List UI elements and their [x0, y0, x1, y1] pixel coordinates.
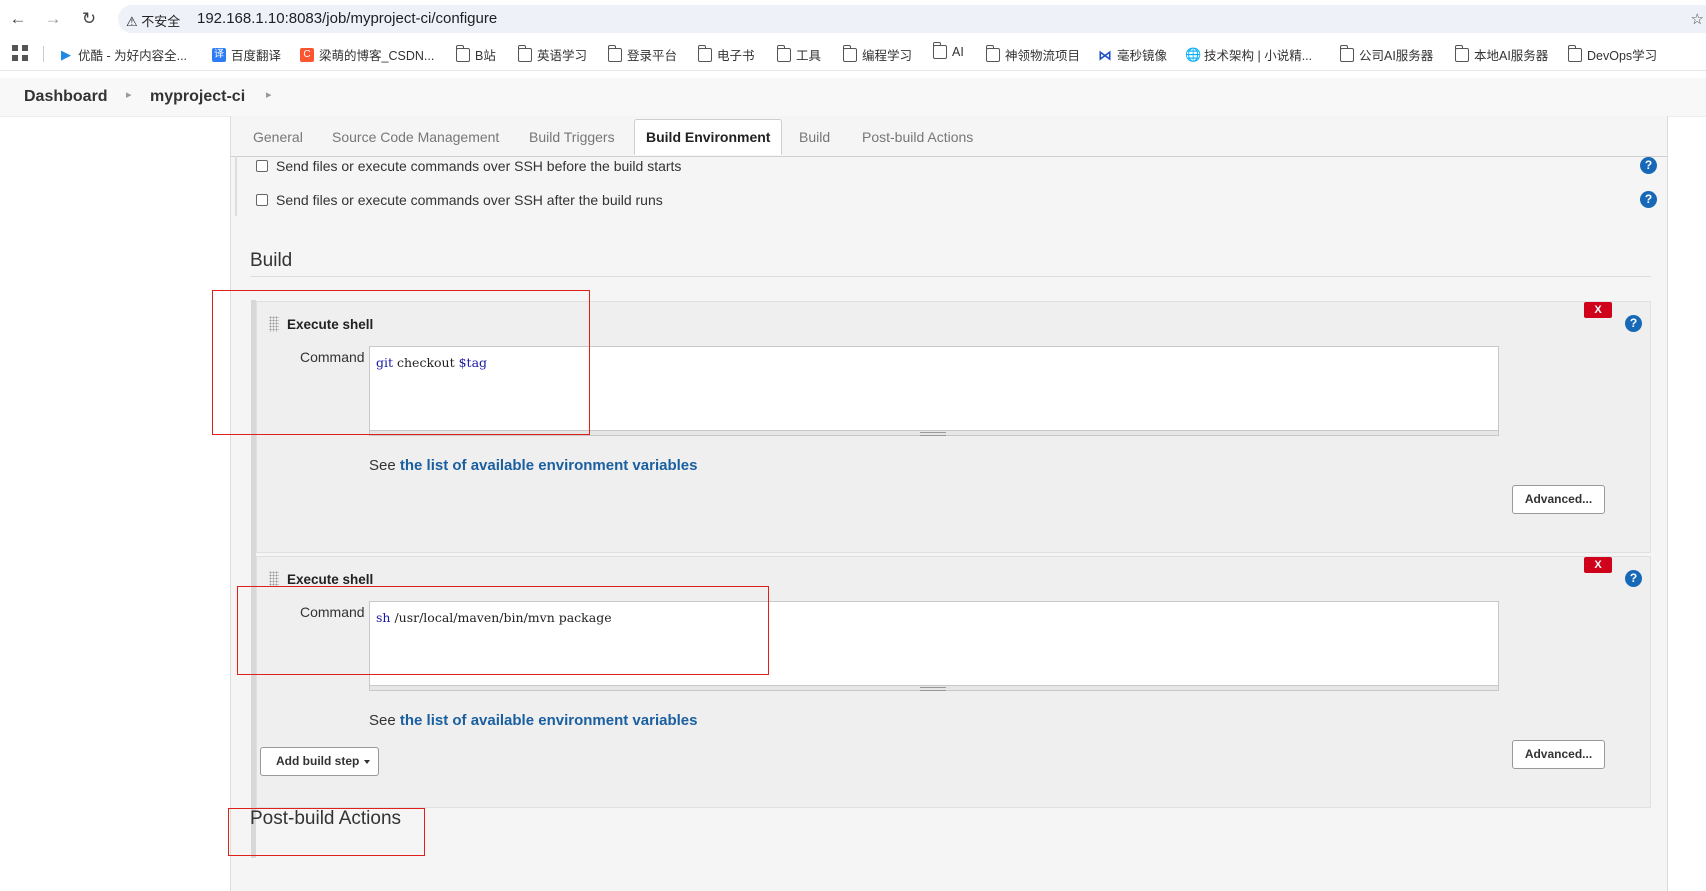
advanced-button[interactable]: Advanced... [1512, 485, 1605, 514]
bookmarks-divider [43, 46, 44, 62]
back-arrow-icon[interactable]: ← [7, 8, 29, 30]
bookmark-tech-arch[interactable]: 🌐 技术架构 | 小说精... [1185, 45, 1312, 64]
bookmark-local-ai-folder[interactable]: 本地AI服务器 [1454, 44, 1548, 64]
tab-general[interactable]: General [253, 129, 303, 145]
annotation-highlight-step-1 [212, 290, 590, 435]
tab-build[interactable]: Build [799, 129, 830, 145]
build-section-title: Build [250, 250, 293, 271]
grip-icon [920, 687, 946, 691]
breadcrumb-dashboard[interactable]: Dashboard [24, 88, 108, 106]
breadcrumb-chevron-icon[interactable]: ▸ [266, 88, 272, 101]
folder-icon [776, 44, 791, 62]
delete-step-button[interactable]: X [1584, 302, 1612, 318]
folder-icon [455, 44, 470, 62]
folder-icon [932, 42, 947, 59]
folder-icon [1454, 44, 1469, 62]
ssh-after-option[interactable]: Send files or execute commands over SSH … [256, 192, 663, 208]
breadcrumb-chevron-icon[interactable]: ▸ [126, 88, 132, 101]
reload-icon[interactable]: ↻ [78, 8, 100, 30]
env-vars-hint: See the list of available environment va… [369, 457, 698, 474]
folder-icon [985, 44, 1000, 62]
bookmark-ebook-folder[interactable]: 电子书 [697, 44, 755, 64]
forward-arrow-icon[interactable]: → [42, 8, 64, 30]
folder-icon [607, 44, 622, 62]
csdn-icon: C [300, 47, 314, 62]
security-warning[interactable]: ⚠ 不安全 [126, 11, 180, 30]
breadcrumb: Dashboard ▸ myproject-ci ▸ [0, 78, 1706, 117]
globe-icon: 🌐 [1185, 46, 1202, 62]
breadcrumb-project[interactable]: myproject-ci [150, 88, 245, 106]
advanced-button[interactable]: Advanced... [1512, 740, 1605, 769]
section-indent-bar [235, 156, 237, 216]
bookmark-tools-folder[interactable]: 工具 [776, 44, 821, 64]
bookmarks-bar: ▶ 优酷 - 为好内容全... 译 百度翻译 C 梁萌的博客_CSDN... B… [0, 40, 1706, 71]
warning-icon: ⚠ [126, 14, 138, 29]
tab-build-environment[interactable]: Build Environment [634, 119, 783, 155]
star-icon[interactable]: ☆ [1691, 10, 1704, 28]
folder-icon [517, 44, 532, 62]
bookmark-company-ai-folder[interactable]: 公司AI服务器 [1339, 44, 1433, 64]
bookmark-ai-folder[interactable]: AI [932, 42, 964, 59]
annotation-highlight-step-2 [237, 586, 769, 675]
ssh-before-checkbox[interactable] [256, 160, 268, 172]
folder-icon [1339, 44, 1354, 62]
apps-grid-icon[interactable] [12, 45, 28, 61]
bookmark-login-folder[interactable]: 登录平台 [607, 44, 677, 64]
step-title: Execute shell [287, 572, 374, 587]
config-tabbar: General Source Code Management Build Tri… [231, 116, 1667, 157]
help-icon[interactable]: ? [1640, 191, 1657, 208]
bookmark-devops-folder[interactable]: DevOps学习 [1567, 44, 1657, 64]
help-icon[interactable]: ? [1625, 570, 1642, 587]
delete-step-button[interactable]: X [1584, 557, 1612, 573]
bookmark-haomiao[interactable]: ⋈ 毫秒镜像 [1098, 45, 1167, 64]
tab-post-build-actions[interactable]: Post-build Actions [862, 129, 973, 145]
tab-source-code-management[interactable]: Source Code Management [332, 129, 499, 145]
caret-down-icon [364, 759, 371, 764]
url-text[interactable]: 192.168.1.10:8083/job/myproject-ci/confi… [197, 10, 497, 27]
bookmark-logistics-folder[interactable]: 神领物流项目 [985, 44, 1080, 64]
grip-icon [920, 432, 946, 436]
textarea-resize-handle[interactable] [369, 685, 1499, 691]
section-divider [250, 276, 1651, 277]
env-vars-hint: See the list of available environment va… [369, 712, 698, 729]
ssh-after-checkbox[interactable] [256, 194, 268, 206]
drag-handle-icon[interactable] [269, 571, 279, 587]
browser-toolbar: ← → ↻ ⚠ 不安全 192.168.1.10:8083/job/myproj… [0, 0, 1706, 38]
annotation-highlight-add-step [228, 808, 425, 856]
bookmark-youku[interactable]: ▶ 优酷 - 为好内容全... [59, 45, 187, 64]
help-icon[interactable]: ? [1625, 315, 1642, 332]
ssh-before-option[interactable]: Send files or execute commands over SSH … [256, 158, 681, 174]
address-bar[interactable]: ⚠ 不安全 192.168.1.10:8083/job/myproject-ci… [118, 5, 1706, 33]
folder-icon [842, 44, 857, 62]
ssh-after-label: Send files or execute commands over SSH … [276, 192, 663, 208]
tab-build-triggers[interactable]: Build Triggers [529, 129, 615, 145]
bookmark-baidu-translate[interactable]: 译 百度翻译 [212, 45, 281, 64]
bookmark-english-folder[interactable]: 英语学习 [517, 44, 587, 64]
config-panel: General Source Code Management Build Tri… [230, 116, 1668, 891]
add-build-step-button[interactable]: Add build step [260, 747, 379, 776]
folder-icon [697, 44, 712, 62]
bookmark-csdn[interactable]: C 梁萌的博客_CSDN... [300, 45, 434, 64]
bookmark-bilibili-folder[interactable]: B站 [455, 44, 496, 64]
help-icon[interactable]: ? [1640, 157, 1657, 174]
bookmark-programming-folder[interactable]: 编程学习 [842, 44, 912, 64]
env-vars-link[interactable]: the list of available environment variab… [400, 457, 698, 474]
haomiao-icon: ⋈ [1098, 46, 1112, 63]
ssh-before-label: Send files or execute commands over SSH … [276, 158, 682, 174]
env-vars-link[interactable]: the list of available environment variab… [400, 712, 698, 729]
youku-icon: ▶ [61, 46, 71, 62]
folder-icon [1567, 44, 1582, 62]
baidu-translate-icon: 译 [212, 47, 226, 62]
